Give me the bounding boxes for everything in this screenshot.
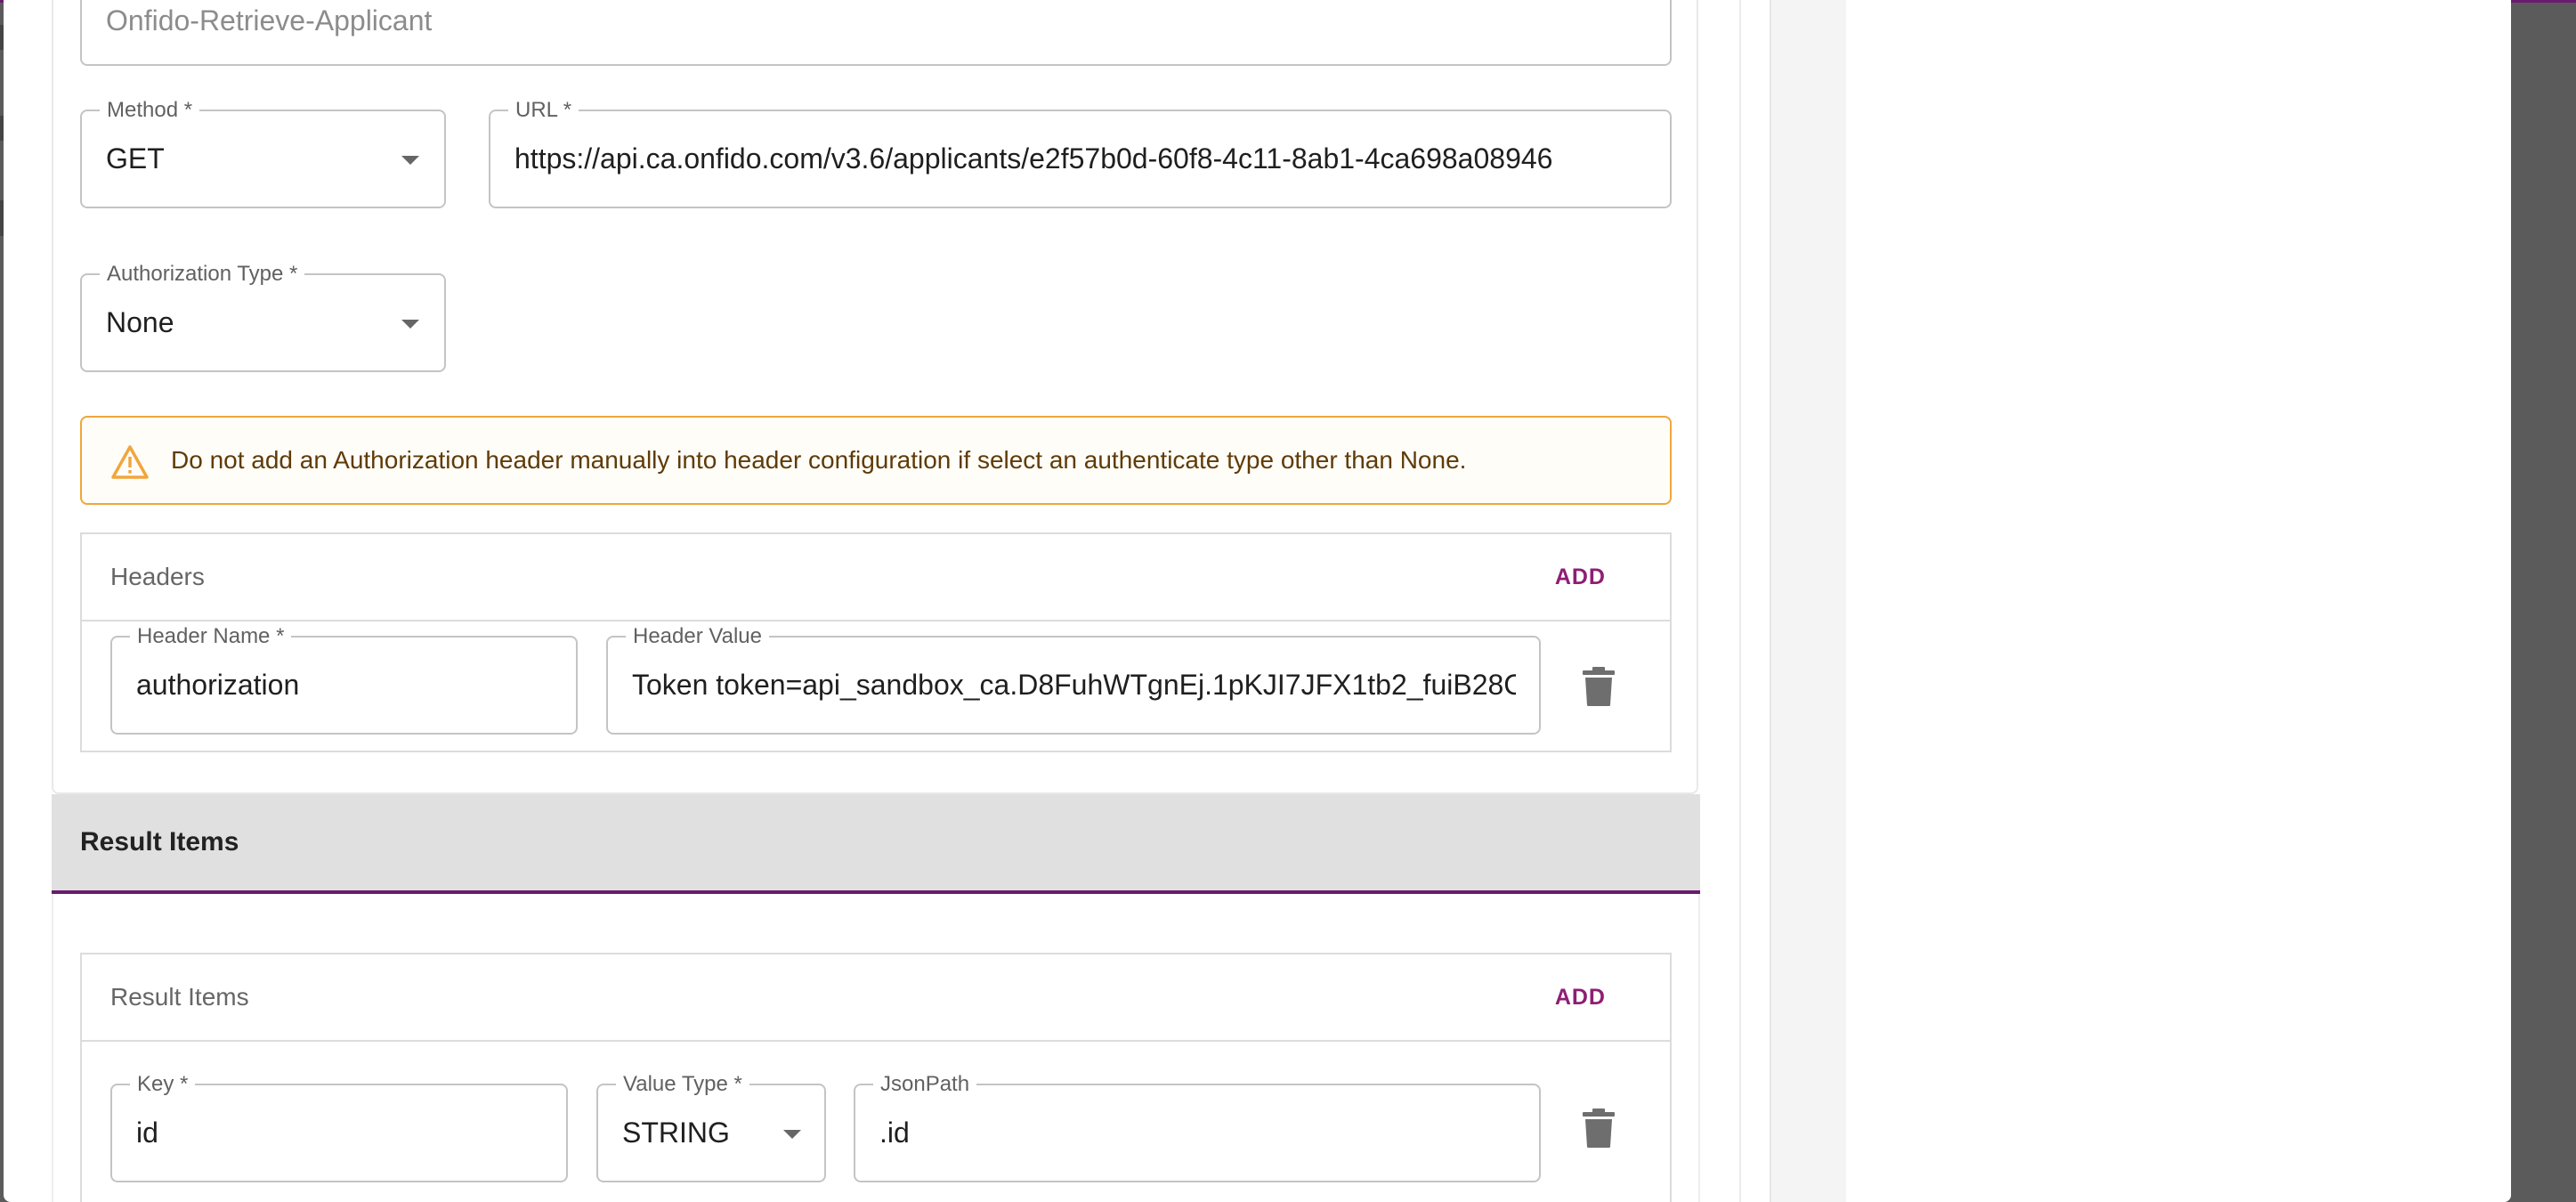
add-result-item-button[interactable]: ADD xyxy=(1546,978,1615,1017)
warning-triangle-icon xyxy=(111,445,149,479)
preview-panel xyxy=(1770,0,2511,1202)
delete-result-item-trash-icon[interactable] xyxy=(1581,1108,1616,1149)
method-value: GET xyxy=(106,142,165,175)
method-select[interactable]: Method * GET xyxy=(80,99,446,208)
dropdown-caret-icon xyxy=(783,1129,801,1139)
headers-title: Headers xyxy=(110,563,205,590)
result-key-field[interactable]: Key * id xyxy=(110,1073,568,1182)
warning-message: Do not add an Authorization header manua… xyxy=(171,446,1467,474)
dropdown-caret-icon xyxy=(401,155,419,165)
result-value-type-value: STRING xyxy=(622,1117,730,1149)
dialog: Onfido-Retrieve-Applicant Method * GET U… xyxy=(4,0,2511,1202)
panel-separator xyxy=(1739,0,1741,1202)
result-items-section-header: Result Items ADD xyxy=(82,954,1670,1042)
add-header-button[interactable]: ADD xyxy=(1546,557,1615,597)
authorization-warning-alert: Do not add an Authorization header manua… xyxy=(80,416,1672,505)
header-value-value: Token token=api_sandbox_ca.D8FuhWTgnEj.1… xyxy=(632,669,1516,701)
authorization-type-select[interactable]: Authorization Type * None xyxy=(80,263,446,372)
url-field[interactable]: URL * https://api.ca.onfido.com/v3.6/app… xyxy=(489,99,1672,208)
result-jsonpath-value: .id xyxy=(879,1117,910,1149)
header-name-value: authorization xyxy=(136,669,300,701)
name-field[interactable]: Onfido-Retrieve-Applicant xyxy=(80,0,1672,66)
delete-header-trash-icon[interactable] xyxy=(1581,666,1616,707)
headers-section-header: Headers ADD xyxy=(82,534,1670,621)
preview-content xyxy=(1846,0,2511,1202)
header-name-field[interactable]: Header Name * authorization xyxy=(110,625,578,735)
result-jsonpath-field[interactable]: JsonPath .id xyxy=(854,1073,1541,1182)
dropdown-caret-icon xyxy=(401,319,419,329)
result-value-type-select[interactable]: Value Type * STRING xyxy=(596,1073,826,1182)
result-items-bar[interactable]: Result Items xyxy=(52,794,1700,894)
name-value: Onfido-Retrieve-Applicant xyxy=(106,4,433,37)
result-items-title: Result Items xyxy=(110,983,249,1011)
result-key-value: id xyxy=(136,1117,158,1149)
header-value-field[interactable]: Header Value Token token=api_sandbox_ca.… xyxy=(606,625,1541,735)
url-value: https://api.ca.onfido.com/v3.6/applicant… xyxy=(514,142,1553,175)
authorization-type-value: None xyxy=(106,306,174,338)
result-items-bar-title: Result Items xyxy=(80,827,239,857)
